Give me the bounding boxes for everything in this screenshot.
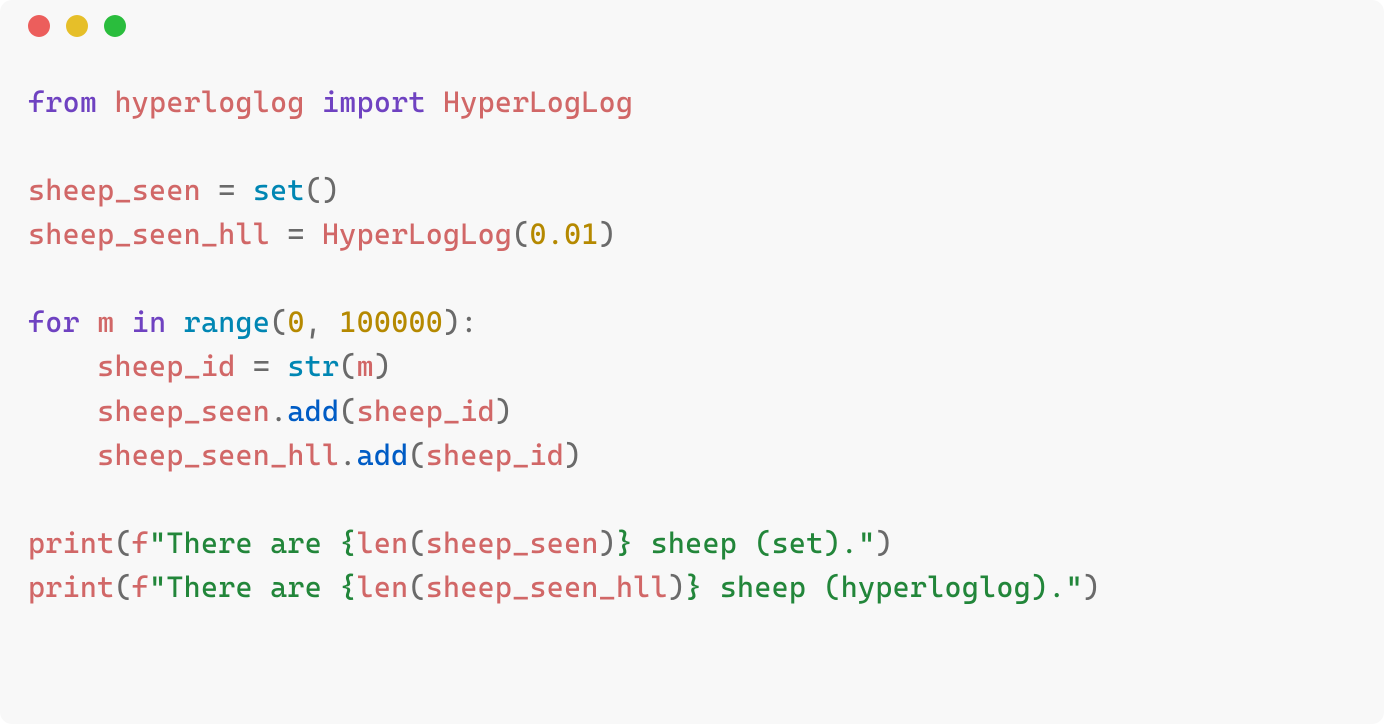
paren-open: ( <box>339 394 356 428</box>
paren-close: ) <box>599 217 616 251</box>
paren-close: ) <box>875 526 892 560</box>
brace-open: { <box>339 526 356 560</box>
paren-open: ( <box>408 438 425 472</box>
parens: () <box>305 173 340 207</box>
keyword-from: from <box>28 85 97 119</box>
keyword-import: import <box>322 85 426 119</box>
num-100000: 100000 <box>339 305 443 339</box>
operator-eq: = <box>287 217 304 251</box>
num-0: 0 <box>287 305 304 339</box>
builtin-str: str <box>287 349 339 383</box>
close-dot-icon[interactable] <box>28 15 50 37</box>
paren-close: ) <box>374 349 391 383</box>
paren-close: ) <box>495 394 512 428</box>
colon: : <box>460 305 477 339</box>
paren-close: ) <box>443 305 460 339</box>
paren-open: ( <box>114 570 131 604</box>
string-there-are: There are <box>166 526 339 560</box>
builtin-len: len <box>357 570 409 604</box>
var-sheep-id: sheep_id <box>97 349 235 383</box>
builtin-len: len <box>357 526 409 560</box>
code-area: from hyperloglog import HyperLogLog shee… <box>0 52 1384 637</box>
class-hyperloglog: HyperLogLog <box>443 85 633 119</box>
dot: . <box>339 438 356 472</box>
var-sheep-seen-hll: sheep_seen_hll <box>28 217 270 251</box>
var-m: m <box>357 349 374 383</box>
var-sheep-id: sheep_id <box>357 394 495 428</box>
var-sheep-seen: sheep_seen <box>28 173 201 207</box>
dot: . <box>270 394 287 428</box>
var-sheep-seen: sheep_seen <box>426 526 599 560</box>
var-m: m <box>97 305 114 339</box>
brace-open: { <box>339 570 356 604</box>
builtin-print: print <box>28 570 114 604</box>
operator-eq: = <box>253 349 270 383</box>
class-hyperloglog-call: HyperLogLog <box>322 217 512 251</box>
paren-open: ( <box>339 349 356 383</box>
var-sheep-seen-hll: sheep_seen_hll <box>97 438 339 472</box>
quote: " <box>1066 570 1083 604</box>
paren-open: ( <box>270 305 287 339</box>
quote: " <box>149 526 166 560</box>
keyword-in: in <box>132 305 167 339</box>
paren-open: ( <box>114 526 131 560</box>
method-add: add <box>287 394 339 428</box>
builtin-range: range <box>184 305 270 339</box>
fprefix: f <box>132 570 149 604</box>
brace-close: } <box>616 526 633 560</box>
window-titlebar <box>0 0 1384 52</box>
builtin-set: set <box>253 173 305 207</box>
method-add: add <box>357 438 409 472</box>
string-sheep-hll: sheep (hyperloglog). <box>702 570 1065 604</box>
module-name: hyperloglog <box>114 85 304 119</box>
brace-close: } <box>685 570 702 604</box>
quote: " <box>149 570 166 604</box>
var-sheep-seen-hll: sheep_seen_hll <box>426 570 668 604</box>
quote: " <box>858 526 875 560</box>
keyword-for: for <box>28 305 80 339</box>
paren-close: ) <box>564 438 581 472</box>
paren-open: ( <box>512 217 529 251</box>
paren-open: ( <box>408 526 425 560</box>
paren-open: ( <box>408 570 425 604</box>
code-window: from hyperloglog import HyperLogLog shee… <box>0 0 1384 724</box>
minimize-dot-icon[interactable] <box>66 15 88 37</box>
paren-close: ) <box>599 526 616 560</box>
comma: , <box>305 305 322 339</box>
var-sheep-id: sheep_id <box>426 438 564 472</box>
operator-eq: = <box>218 173 235 207</box>
var-sheep-seen: sheep_seen <box>97 394 270 428</box>
zoom-dot-icon[interactable] <box>104 15 126 37</box>
paren-close: ) <box>1083 570 1100 604</box>
paren-close: ) <box>668 570 685 604</box>
builtin-print: print <box>28 526 114 560</box>
string-sheep-set: sheep (set). <box>633 526 858 560</box>
string-there-are: There are <box>166 570 339 604</box>
fprefix: f <box>132 526 149 560</box>
num-001: 0.01 <box>530 217 599 251</box>
